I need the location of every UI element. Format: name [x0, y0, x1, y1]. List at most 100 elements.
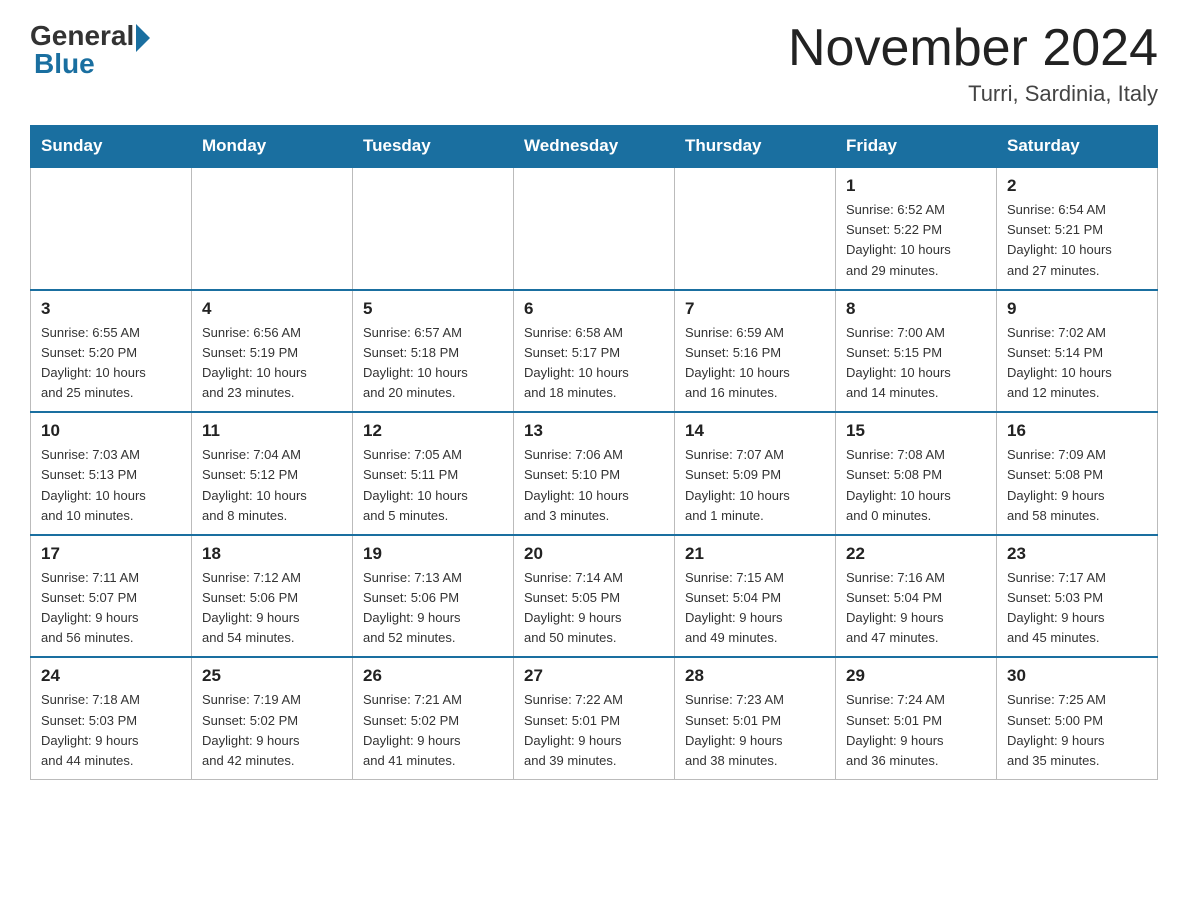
day-info: Sunrise: 7:18 AM Sunset: 5:03 PM Dayligh… [41, 690, 181, 771]
day-info: Sunrise: 6:52 AM Sunset: 5:22 PM Dayligh… [846, 200, 986, 281]
day-number: 12 [363, 421, 503, 441]
day-number: 15 [846, 421, 986, 441]
day-number: 29 [846, 666, 986, 686]
calendar-cell: 14Sunrise: 7:07 AM Sunset: 5:09 PM Dayli… [675, 412, 836, 535]
day-info: Sunrise: 7:00 AM Sunset: 5:15 PM Dayligh… [846, 323, 986, 404]
calendar-cell: 29 Sunrise: 7:24 AM Sunset: 5:01 PM Dayli… [836, 657, 997, 779]
day-info: Sunrise: 6:58 AM Sunset: 5:17 PM Dayligh… [524, 323, 664, 404]
day-info: Sunrise: 7:21 AM Sunset: 5:02 PM Dayligh… [363, 690, 503, 771]
calendar-week-5: 24Sunrise: 7:18 AM Sunset: 5:03 PM Dayli… [31, 657, 1158, 779]
day-info: Sunrise: 7:03 AM Sunset: 5:13 PM Dayligh… [41, 445, 181, 526]
day-number: 9 [1007, 299, 1147, 319]
day-number: 26 [363, 666, 503, 686]
day-number: 18 [202, 544, 342, 564]
calendar-week-1: 1 Sunrise: 6:52 AM Sunset: 5:22 PM Daylig… [31, 167, 1158, 290]
day-number: 21 [685, 544, 825, 564]
calendar-cell: 10 Sunrise: 7:03 AM Sunset: 5:13 PM Dayli… [31, 412, 192, 535]
day-info: Sunrise: 6:59 AM Sunset: 5:16 PM Dayligh… [685, 323, 825, 404]
day-number: 2 [1007, 176, 1147, 196]
calendar-header-tuesday: Tuesday [353, 126, 514, 168]
calendar-cell [675, 167, 836, 290]
calendar-header-wednesday: Wednesday [514, 126, 675, 168]
day-number: 16 [1007, 421, 1147, 441]
day-number: 27 [524, 666, 664, 686]
calendar-header-sunday: Sunday [31, 126, 192, 168]
day-info: Sunrise: 7:24 AM Sunset: 5:01 PM Dayligh… [846, 690, 986, 771]
calendar-cell: 26 Sunrise: 7:21 AM Sunset: 5:02 PM Dayli… [353, 657, 514, 779]
day-number: 8 [846, 299, 986, 319]
day-info: Sunrise: 7:19 AM Sunset: 5:02 PM Dayligh… [202, 690, 342, 771]
calendar-cell: 9 Sunrise: 7:02 AM Sunset: 5:14 PM Daylig… [997, 290, 1158, 413]
day-number: 23 [1007, 544, 1147, 564]
day-info: Sunrise: 7:11 AM Sunset: 5:07 PM Dayligh… [41, 568, 181, 649]
calendar-header-friday: Friday [836, 126, 997, 168]
calendar-cell: 6Sunrise: 6:58 AM Sunset: 5:17 PM Daylig… [514, 290, 675, 413]
day-info: Sunrise: 6:56 AM Sunset: 5:19 PM Dayligh… [202, 323, 342, 404]
day-number: 19 [363, 544, 503, 564]
day-info: Sunrise: 7:09 AM Sunset: 5:08 PM Dayligh… [1007, 445, 1147, 526]
calendar-cell: 30Sunrise: 7:25 AM Sunset: 5:00 PM Dayli… [997, 657, 1158, 779]
day-info: Sunrise: 7:05 AM Sunset: 5:11 PM Dayligh… [363, 445, 503, 526]
calendar-table: SundayMondayTuesdayWednesdayThursdayFrid… [30, 125, 1158, 780]
day-number: 5 [363, 299, 503, 319]
calendar-cell: 15 Sunrise: 7:08 AM Sunset: 5:08 PM Dayli… [836, 412, 997, 535]
calendar-week-2: 3 Sunrise: 6:55 AM Sunset: 5:20 PM Daylig… [31, 290, 1158, 413]
day-info: Sunrise: 7:17 AM Sunset: 5:03 PM Dayligh… [1007, 568, 1147, 649]
calendar-week-4: 17 Sunrise: 7:11 AM Sunset: 5:07 PM Dayli… [31, 535, 1158, 658]
calendar-cell: 3 Sunrise: 6:55 AM Sunset: 5:20 PM Daylig… [31, 290, 192, 413]
calendar-cell: 22 Sunrise: 7:16 AM Sunset: 5:04 PM Dayli… [836, 535, 997, 658]
calendar-cell: 24Sunrise: 7:18 AM Sunset: 5:03 PM Dayli… [31, 657, 192, 779]
calendar-cell [353, 167, 514, 290]
day-info: Sunrise: 7:16 AM Sunset: 5:04 PM Dayligh… [846, 568, 986, 649]
day-info: Sunrise: 7:07 AM Sunset: 5:09 PM Dayligh… [685, 445, 825, 526]
logo-blue-text: Blue [34, 48, 95, 80]
day-number: 1 [846, 176, 986, 196]
day-info: Sunrise: 6:57 AM Sunset: 5:18 PM Dayligh… [363, 323, 503, 404]
day-number: 13 [524, 421, 664, 441]
day-number: 20 [524, 544, 664, 564]
day-number: 17 [41, 544, 181, 564]
day-number: 3 [41, 299, 181, 319]
calendar-cell: 20 Sunrise: 7:14 AM Sunset: 5:05 PM Dayli… [514, 535, 675, 658]
day-info: Sunrise: 7:12 AM Sunset: 5:06 PM Dayligh… [202, 568, 342, 649]
calendar-cell: 18 Sunrise: 7:12 AM Sunset: 5:06 PM Dayli… [192, 535, 353, 658]
day-number: 28 [685, 666, 825, 686]
calendar-cell: 13 Sunrise: 7:06 AM Sunset: 5:10 PM Dayli… [514, 412, 675, 535]
day-number: 11 [202, 421, 342, 441]
day-info: Sunrise: 7:06 AM Sunset: 5:10 PM Dayligh… [524, 445, 664, 526]
calendar-cell: 27 Sunrise: 7:22 AM Sunset: 5:01 PM Dayli… [514, 657, 675, 779]
day-info: Sunrise: 7:02 AM Sunset: 5:14 PM Dayligh… [1007, 323, 1147, 404]
day-number: 30 [1007, 666, 1147, 686]
calendar-cell: 19 Sunrise: 7:13 AM Sunset: 5:06 PM Dayli… [353, 535, 514, 658]
day-info: Sunrise: 7:13 AM Sunset: 5:06 PM Dayligh… [363, 568, 503, 649]
logo: General Blue [30, 20, 150, 80]
calendar-header-thursday: Thursday [675, 126, 836, 168]
calendar-cell: 16 Sunrise: 7:09 AM Sunset: 5:08 PM Dayli… [997, 412, 1158, 535]
day-info: Sunrise: 6:54 AM Sunset: 5:21 PM Dayligh… [1007, 200, 1147, 281]
day-info: Sunrise: 7:08 AM Sunset: 5:08 PM Dayligh… [846, 445, 986, 526]
calendar-cell: 12 Sunrise: 7:05 AM Sunset: 5:11 PM Dayli… [353, 412, 514, 535]
day-number: 7 [685, 299, 825, 319]
day-info: Sunrise: 7:22 AM Sunset: 5:01 PM Dayligh… [524, 690, 664, 771]
calendar-cell [31, 167, 192, 290]
calendar-cell [192, 167, 353, 290]
calendar-cell: 7 Sunrise: 6:59 AM Sunset: 5:16 PM Daylig… [675, 290, 836, 413]
month-title: November 2024 [788, 20, 1158, 77]
calendar-cell: 11 Sunrise: 7:04 AM Sunset: 5:12 PM Dayli… [192, 412, 353, 535]
day-info: Sunrise: 7:04 AM Sunset: 5:12 PM Dayligh… [202, 445, 342, 526]
day-info: Sunrise: 6:55 AM Sunset: 5:20 PM Dayligh… [41, 323, 181, 404]
calendar-cell: 28 Sunrise: 7:23 AM Sunset: 5:01 PM Dayli… [675, 657, 836, 779]
calendar-cell: 25Sunrise: 7:19 AM Sunset: 5:02 PM Dayli… [192, 657, 353, 779]
day-number: 10 [41, 421, 181, 441]
location-title: Turri, Sardinia, Italy [788, 81, 1158, 107]
day-info: Sunrise: 7:14 AM Sunset: 5:05 PM Dayligh… [524, 568, 664, 649]
calendar-cell: 23 Sunrise: 7:17 AM Sunset: 5:03 PM Dayli… [997, 535, 1158, 658]
day-number: 22 [846, 544, 986, 564]
calendar-cell [514, 167, 675, 290]
calendar-header-monday: Monday [192, 126, 353, 168]
calendar-header-saturday: Saturday [997, 126, 1158, 168]
calendar-cell: 1 Sunrise: 6:52 AM Sunset: 5:22 PM Daylig… [836, 167, 997, 290]
calendar-cell: 17 Sunrise: 7:11 AM Sunset: 5:07 PM Dayli… [31, 535, 192, 658]
day-info: Sunrise: 7:23 AM Sunset: 5:01 PM Dayligh… [685, 690, 825, 771]
page-header: General Blue November 2024 Turri, Sardin… [30, 20, 1158, 107]
